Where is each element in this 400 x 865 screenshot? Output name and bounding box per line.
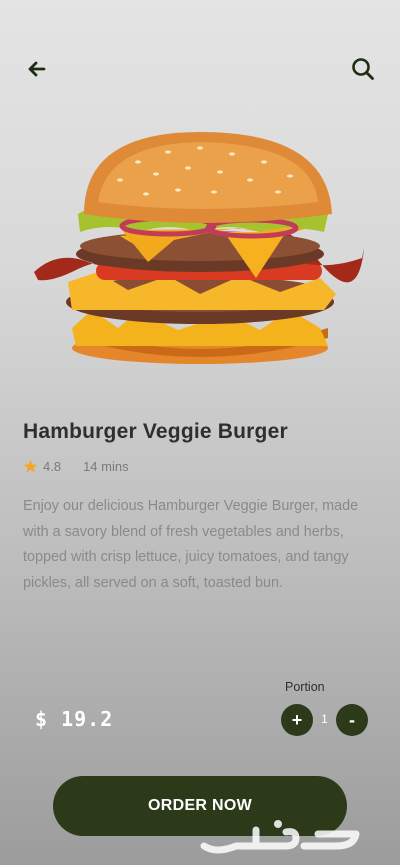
portion-label: Portion bbox=[285, 680, 325, 694]
top-bar bbox=[22, 54, 376, 84]
product-title: Hamburger Veggie Burger bbox=[23, 420, 288, 443]
product-meta: 4.8 14 mins bbox=[23, 457, 129, 475]
star-icon bbox=[23, 459, 38, 472]
portion-stepper: + 1 - bbox=[281, 704, 369, 736]
portion-quantity: 1 bbox=[321, 712, 328, 726]
arrow-left-icon bbox=[28, 61, 46, 77]
watermark-logo bbox=[200, 820, 360, 854]
decrease-portion-button[interactable]: - bbox=[336, 704, 368, 736]
search-icon bbox=[352, 58, 374, 80]
increase-portion-button[interactable]: + bbox=[281, 704, 313, 736]
rating-value: 4.8 bbox=[43, 458, 62, 474]
back-button[interactable] bbox=[24, 56, 50, 82]
product-description: Enjoy our delicious Hamburger Veggie Bur… bbox=[23, 498, 359, 591]
prep-time: 14 mins bbox=[83, 458, 129, 474]
burger-image bbox=[28, 132, 372, 368]
price: $ 19.2 bbox=[35, 707, 114, 731]
search-button[interactable] bbox=[350, 56, 376, 82]
